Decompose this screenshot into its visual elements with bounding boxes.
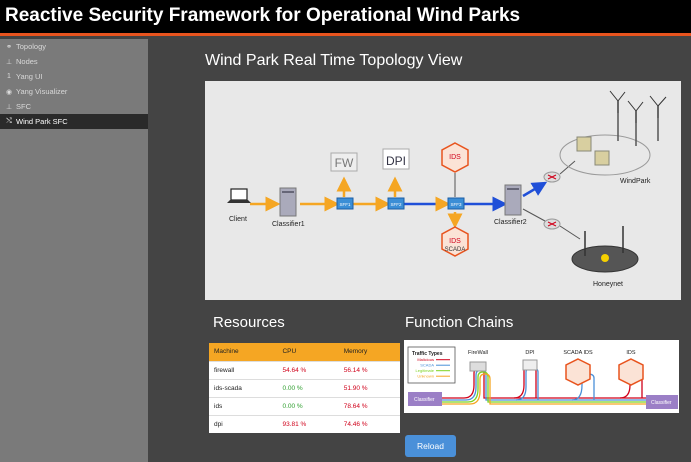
- router-icon[interactable]: [543, 218, 561, 230]
- sidebar-item-label: Wind Park SFC: [16, 117, 68, 126]
- legend-label: Unknown: [417, 374, 434, 379]
- sff1-switch-icon[interactable]: SFF1: [336, 197, 354, 210]
- sidebar: ⚭ Topology ⊥ Nodes 1 Yang UI ◉ Yang Visualizer ⊥…: [0, 39, 148, 462]
- dpi-label: DPI: [386, 154, 406, 168]
- main-content: Wind Park Real Time Topology View Client…: [148, 39, 691, 462]
- fw-label: FW: [335, 156, 354, 170]
- classifier1-label: Classifier1: [272, 221, 305, 228]
- laptop-icon[interactable]: [227, 188, 251, 203]
- eye-icon: ◉: [5, 88, 13, 96]
- sidebar-item-label: Yang Visualizer: [16, 87, 68, 96]
- sidebar-item-label: Topology: [16, 42, 47, 51]
- honeynet-icon[interactable]: [571, 226, 639, 273]
- classifier2-label: Classifier2: [494, 219, 527, 226]
- windpark-label: WindPark: [620, 178, 651, 185]
- legend-label: Legitimate: [416, 368, 435, 373]
- sidebar-item-yang-ui[interactable]: 1 Yang UI: [0, 69, 148, 84]
- sitemap-icon: ⊥: [5, 58, 13, 66]
- classifier-label: Classifier: [651, 400, 672, 406]
- cpu-cell: 0.00 %: [277, 396, 339, 415]
- column-header: Machine: [209, 343, 278, 361]
- memory-cell: 56.14 %: [338, 360, 400, 379]
- sff2-switch-icon[interactable]: SFF2: [387, 197, 405, 210]
- server-icon[interactable]: [279, 187, 297, 217]
- sidebar-item-yang-visualizer[interactable]: ◉ Yang Visualizer: [0, 84, 148, 99]
- server-icon[interactable]: [504, 184, 522, 216]
- resources-table: Machine CPU Memory firewall 54.64 % 56.14 …: [209, 343, 400, 433]
- dpi-icon[interactable]: DPI: [382, 148, 410, 170]
- reload-button[interactable]: Reload: [405, 435, 456, 457]
- topology-icon: ⚭: [6, 43, 12, 51]
- sidebar-item-label: SFC: [16, 102, 31, 111]
- dpi-icon: [522, 359, 538, 371]
- scada-label: SCADA: [445, 247, 466, 253]
- column-header: Memory: [338, 343, 400, 361]
- column-header: CPU: [277, 343, 339, 361]
- topology-view[interactable]: Client Classifier1 SFF1 SFF2 SFF3 FW DPI…: [205, 81, 681, 300]
- number-one-icon: 1: [7, 73, 11, 80]
- sidebar-item-nodes[interactable]: ⊥ Nodes: [0, 54, 148, 69]
- function-chains-diagram: Traffic Types Malicious SCADA Legitimate Un…: [404, 340, 679, 413]
- table-row: ids 0.00 % 78.64 %: [209, 396, 400, 415]
- table-header-row: Machine CPU Memory: [209, 343, 400, 361]
- app-title: Reactive Security Framework for Operatio…: [5, 5, 521, 26]
- resources-heading: Resources: [213, 314, 285, 331]
- chain-column-label: DPI: [525, 350, 535, 356]
- machine-cell: firewall: [209, 360, 278, 379]
- chain-column-label: IDS: [626, 350, 636, 356]
- ids-icon: [565, 358, 591, 386]
- sidebar-item-sfc[interactable]: ⊥ SFC: [0, 99, 148, 114]
- sff1-label: SFF1: [339, 202, 350, 207]
- memory-cell: 74.46 %: [338, 414, 400, 433]
- firewall-icon: [469, 361, 487, 372]
- legend-label: Malicious: [417, 357, 434, 362]
- top-bar: Reactive Security Framework for Operatio…: [0, 0, 691, 36]
- shuffle-icon: ⤭: [6, 117, 12, 125]
- sidebar-item-label: Nodes: [16, 57, 38, 66]
- legend-label: SCADA: [420, 363, 434, 368]
- table-row: firewall 54.64 % 56.14 %: [209, 360, 400, 379]
- sidebar-item-label: Yang UI: [16, 72, 43, 81]
- cpu-cell: 0.00 %: [277, 378, 339, 397]
- sff3-label: SFF3: [450, 202, 461, 207]
- memory-cell: 51.90 %: [338, 378, 400, 397]
- machine-cell: dpi: [209, 414, 278, 433]
- machine-cell: ids-scada: [209, 378, 278, 397]
- client-label: Client: [229, 216, 247, 223]
- machine-cell: ids: [209, 396, 278, 415]
- honeynet-label: Honeynet: [593, 281, 623, 288]
- chain-column-label: SCADA IDS: [563, 350, 593, 356]
- firewall-icon[interactable]: FW: [330, 152, 358, 172]
- sitemap-icon: ⊥: [5, 103, 13, 111]
- router-icon[interactable]: [543, 171, 561, 183]
- classifier-label: Classifier: [414, 397, 435, 403]
- ids-scada-label: IDS: [449, 238, 461, 245]
- table-row: ids-scada 0.00 % 51.90 %: [209, 378, 400, 397]
- ids-label: IDS: [449, 154, 461, 161]
- ids-icon[interactable]: IDS: [441, 142, 469, 173]
- ids-icon: [618, 358, 644, 386]
- table-row: dpi 93.81 % 74.46 %: [209, 414, 400, 433]
- app-root: Reactive Security Framework for Operatio…: [0, 0, 691, 462]
- ids-scada-icon[interactable]: IDS SCADA: [441, 226, 469, 257]
- memory-cell: 78.64 %: [338, 396, 400, 415]
- cpu-cell: 54.64 %: [277, 360, 339, 379]
- sff3-switch-icon[interactable]: SFF3: [447, 197, 465, 210]
- page-title: Wind Park Real Time Topology View: [205, 52, 463, 69]
- function-chains-heading: Function Chains: [405, 314, 514, 331]
- sidebar-item-topology[interactable]: ⚭ Topology: [0, 39, 148, 54]
- chain-column-label: FireWall: [468, 350, 488, 356]
- sidebar-item-wind-park-sfc[interactable]: ⤭ Wind Park SFC: [0, 114, 148, 129]
- windpark-icon[interactable]: [559, 90, 667, 176]
- cpu-cell: 93.81 %: [277, 414, 339, 433]
- sff2-label: SFF2: [390, 202, 401, 207]
